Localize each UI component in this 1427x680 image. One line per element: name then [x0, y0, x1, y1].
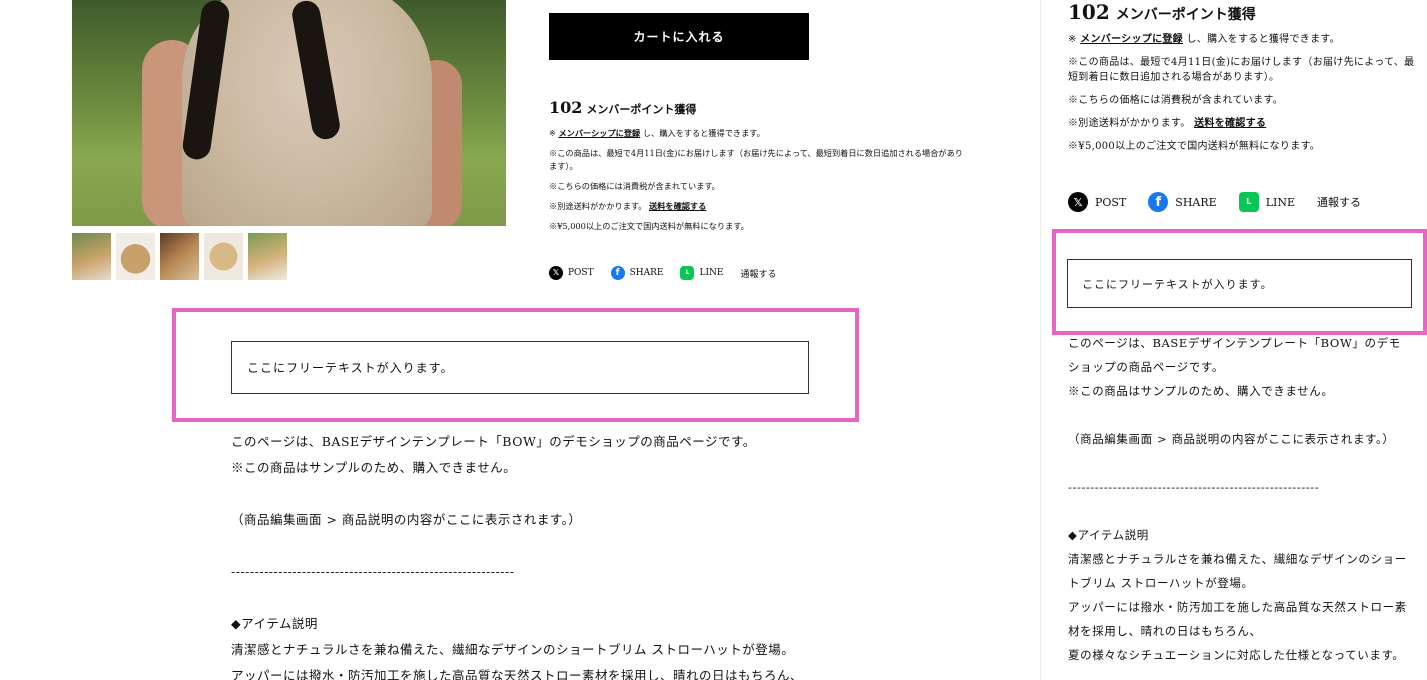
x-icon[interactable]: 𝕏	[1068, 192, 1088, 212]
description-line: トブリム ストローハットが登場。	[1068, 576, 1254, 590]
delivery-note: ※この商品は、最短で4月11日(金)にお届けします（お届け先によって、最短到着日…	[1068, 57, 1415, 83]
points-number: 102	[549, 98, 583, 117]
points-number: 102	[1068, 0, 1110, 24]
shipping-note: ※別途送料がかかります。 送料を確認する	[549, 201, 707, 211]
thumbnail-image[interactable]	[116, 233, 155, 280]
description-line: 夏の様々なシチュエーションに対応した仕様となっています。	[1068, 648, 1405, 662]
share-line-label[interactable]: LINE	[699, 268, 723, 278]
pane-divider	[1040, 0, 1041, 680]
membership-link[interactable]: メンバーシップに登録	[1080, 34, 1183, 45]
thumbnail-image[interactable]	[160, 233, 199, 280]
member-points: 102 メンバーポイント獲得	[549, 98, 696, 117]
description-line: 材を採用し、晴れの日はもちろん、	[1068, 624, 1262, 638]
share-facebook-label[interactable]: SHARE	[1175, 196, 1216, 209]
membership-note: ※ メンバーシップに登録 し、購入をすると獲得できます。	[549, 128, 765, 138]
share-line-label[interactable]: LINE	[1266, 196, 1295, 209]
x-icon[interactable]: 𝕏	[549, 266, 563, 280]
description-line: ※この商品はサンプルのため、購入できません。	[1068, 384, 1334, 398]
purchase-notes: ※ メンバーシップに登録 し、購入をすると獲得できます。 ※この商品は、最短で4…	[549, 127, 969, 240]
separator: ----------------------------------------…	[1068, 480, 1320, 494]
shipping-link[interactable]: 送料を確認する	[1194, 118, 1266, 129]
share-bar: 𝕏 POST f SHARE L LINE 通報する	[1068, 192, 1383, 212]
share-x-label[interactable]: POST	[1095, 196, 1126, 209]
share-bar: 𝕏 POST f SHARE L LINE 通報する	[549, 266, 793, 280]
tax-note: ※こちらの価格には消費税が含まれています。	[1068, 95, 1283, 106]
description-line: （商品編集画面 > 商品説明の内容がここに表示されます。）	[1068, 432, 1395, 446]
report-link[interactable]: 通報する	[1317, 194, 1361, 210]
line-icon[interactable]: L	[1238, 192, 1259, 212]
description-line: アッパーには撥水・防汚加工を施した高品質な天然ストロー素	[1068, 600, 1407, 614]
membership-link[interactable]: メンバーシップに登録	[558, 128, 640, 138]
thumbnail-image[interactable]	[248, 233, 287, 280]
member-points: 102 メンバーポイント獲得	[1068, 0, 1256, 24]
description-line: ※この商品はサンプルのため、購入できません。	[231, 460, 517, 475]
line-icon[interactable]: L	[680, 266, 695, 280]
share-x-label[interactable]: POST	[568, 268, 594, 278]
share-facebook-label[interactable]: SHARE	[630, 268, 664, 278]
item-heading: ◆アイテム説明	[231, 616, 318, 631]
thumbnail-strip	[72, 233, 287, 280]
separator: ----------------------------------------…	[231, 564, 515, 579]
free-shipping-note: ※¥5,000以上のご注文で国内送料が無料になります。	[549, 221, 749, 231]
points-label: メンバーポイント獲得	[1115, 7, 1256, 23]
tax-note: ※こちらの価格には消費税が含まれています。	[549, 181, 720, 191]
product-main-image	[72, 0, 506, 226]
product-description: このページは、BASEデザインテンプレート「BOW」のデモ ショップの商品ページ…	[1068, 331, 1418, 667]
description-line: （商品編集画面 > 商品説明の内容がここに表示されます。）	[231, 512, 582, 527]
description-line: 清潔感とナチュラルさを兼ね備えた、繊細なデザインのショートブリム ストローハット…	[231, 642, 795, 657]
purchase-notes: ※ メンバーシップに登録 し、購入をすると獲得できます。 ※この商品は、最短で4…	[1068, 32, 1418, 162]
product-description: このページは、BASEデザインテンプレート「BOW」のデモショップの商品ページで…	[231, 429, 831, 680]
report-link[interactable]: 通報する	[740, 267, 776, 280]
membership-note: ※ メンバーシップに登録 し、購入をすると獲得できます。	[1068, 34, 1340, 45]
free-shipping-note: ※¥5,000以上のご注文で国内送料が無料になります。	[1068, 141, 1321, 152]
free-text-box: ここにフリーテキストが入ります。	[1067, 259, 1412, 308]
shipping-note: ※別途送料がかかります。 送料を確認する	[1068, 118, 1267, 129]
facebook-icon[interactable]: f	[1148, 192, 1169, 212]
points-label: メンバーポイント獲得	[586, 103, 697, 116]
description-line: ショップの商品ページです。	[1068, 360, 1224, 374]
description-line: 清潔感とナチュラルさを兼ね備えた、繊細なデザインのショー	[1068, 552, 1407, 566]
free-text-box: ここにフリーテキストが入ります。	[231, 341, 809, 394]
thumbnail-image[interactable]	[204, 233, 243, 280]
item-heading: ◆アイテム説明	[1068, 528, 1149, 542]
description-line: アッパーには撥水・防汚加工を施した高品質な天然ストロー素材を採用し、晴れの日はも…	[231, 668, 804, 680]
thumbnail-image[interactable]	[72, 233, 111, 280]
delivery-note: ※この商品は、最短で4月11日(金)にお届けします（お届け先によって、最短到着日…	[549, 148, 963, 171]
add-to-cart-button[interactable]: カートに入れる	[549, 13, 809, 60]
shipping-link[interactable]: 送料を確認する	[649, 201, 706, 211]
description-line: このページは、BASEデザインテンプレート「BOW」のデモ	[1068, 336, 1401, 350]
description-line: このページは、BASEデザインテンプレート「BOW」のデモショップの商品ページで…	[231, 434, 756, 449]
facebook-icon[interactable]: f	[610, 266, 625, 280]
